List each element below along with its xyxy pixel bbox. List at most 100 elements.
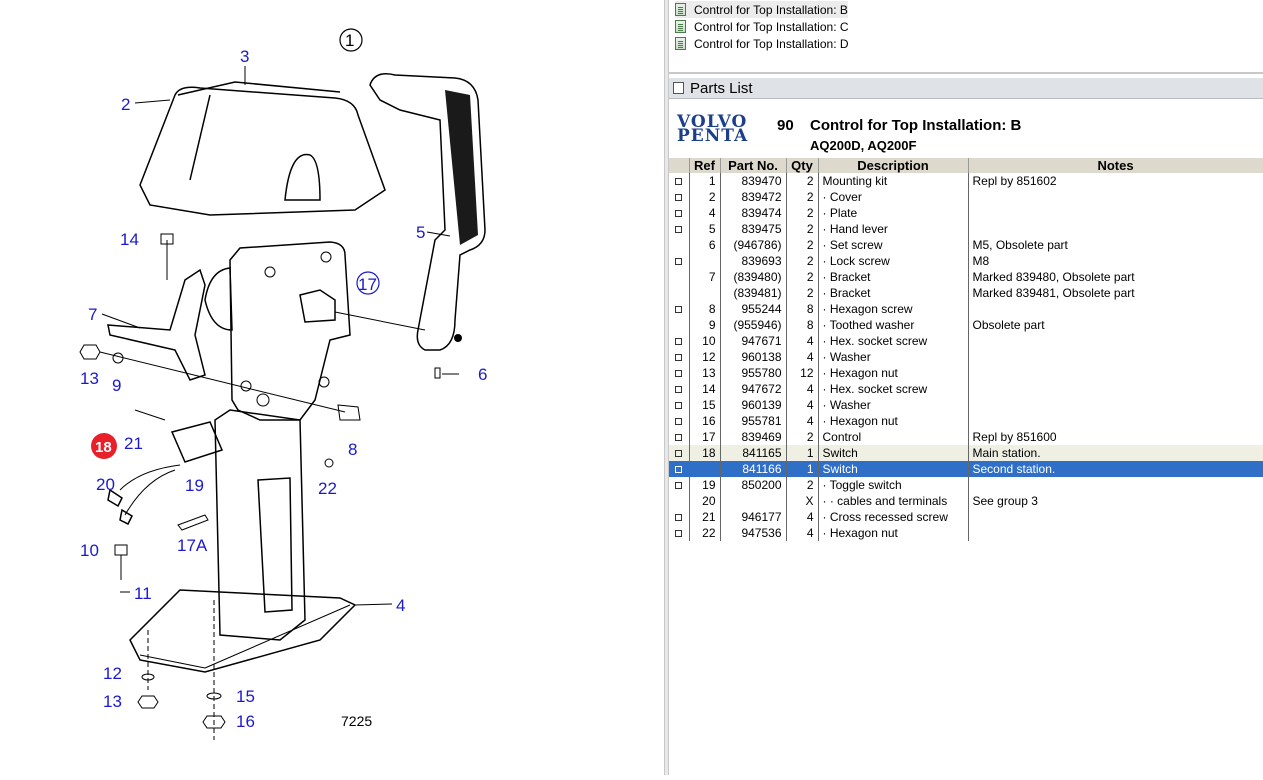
table-row[interactable]: 21 946177 4 · Cross recessed screw [669,509,1263,525]
col-part-no[interactable]: Part No. [720,158,787,173]
row-checkbox-icon[interactable] [675,402,682,410]
table-row[interactable]: 7 (839480) 2 · Bracket Marked 839480, Obsole… [669,269,1263,285]
tree-item-installation-b[interactable]: Control for Top Installation: B [675,1,848,18]
cell-ref: 19 [689,477,721,493]
table-row[interactable]: 12 960138 4 · Washer [669,349,1263,365]
cell-description: Switch [818,461,969,477]
callout-3[interactable]: 3 [240,47,249,66]
callout-17[interactable]: 17 [358,275,377,294]
table-row[interactable]: 5 839475 2 · Hand lever [669,221,1263,237]
col-description[interactable]: Description [818,158,969,173]
cell-description: · Hexagon screw [818,301,969,317]
callout-2[interactable]: 2 [121,95,130,114]
callout-20[interactable]: 20 [96,475,115,494]
cell-check [669,381,690,397]
table-row[interactable]: (839481) 2 · Bracket Marked 839481, Obsolet… [669,285,1263,301]
callout-12[interactable]: 12 [103,664,122,683]
cell-ref [689,253,721,269]
row-checkbox-icon[interactable] [675,514,682,522]
cell-notes: See group 3 [968,493,1263,509]
callout-19[interactable]: 19 [185,476,204,495]
table-row[interactable]: 17 839469 2 Control Repl by 851600 [669,429,1263,445]
callout-15[interactable]: 15 [236,687,255,706]
cell-part-no: 839472 [720,189,787,205]
cell-description: · Cover [818,189,969,205]
cell-ref: 7 [689,269,721,285]
tree-item-installation-c[interactable]: Control for Top Installation: C [675,18,849,35]
table-header-row: Ref Part No. Qty Description Notes [669,158,1263,173]
row-checkbox-icon[interactable] [675,338,682,346]
cell-part-no: 947671 [720,333,787,349]
callout-16[interactable]: 16 [236,712,255,731]
callout-10[interactable]: 10 [80,541,99,560]
exploded-diagram[interactable]: 1 2 3 4 5 6 7 8 9 10 11 12 13 13 14 15 1… [0,0,664,775]
bracket-part[interactable] [107,268,206,381]
cell-check [669,461,690,477]
table-row[interactable]: 15 960139 4 · Washer [669,397,1263,413]
row-checkbox-icon[interactable] [675,194,682,202]
table-row[interactable]: 841166 1 Switch Second station. [669,461,1263,477]
row-checkbox-icon[interactable] [675,306,682,314]
table-row[interactable]: 4 839474 2 · Plate [669,205,1263,221]
row-checkbox-icon[interactable] [675,226,682,234]
cell-description: · Washer [818,349,969,365]
table-row[interactable]: 14 947672 4 · Hex. socket screw [669,381,1263,397]
callout-17a[interactable]: 17A [177,536,208,555]
callout-4[interactable]: 4 [396,596,405,615]
cell-notes: M8 [968,253,1263,269]
cell-notes: Marked 839480, Obsolete part [968,269,1263,285]
callout-9[interactable]: 9 [112,376,121,395]
cell-ref [689,285,721,301]
tree-item-installation-d[interactable]: Control for Top Installation: D [675,35,849,52]
row-checkbox-icon[interactable] [675,418,682,426]
table-row[interactable]: 18 841165 1 Switch Main station. [669,445,1263,461]
cell-check [669,205,690,221]
row-checkbox-icon[interactable] [675,386,682,394]
cover-part[interactable] [139,86,386,216]
drawing-number: 7225 [341,713,372,729]
table-row[interactable]: 20 X · · cables and terminals See group 3 [669,493,1263,509]
cell-part-no: 839693 [720,253,787,269]
table-row[interactable]: 6 (946786) 2 · Set screw M5, Obsolete part [669,237,1263,253]
callout-7[interactable]: 7 [88,305,97,324]
row-checkbox-icon[interactable] [675,354,682,362]
row-checkbox-icon[interactable] [675,466,682,474]
callout-18[interactable]: 18 [95,439,112,456]
callout-13-a[interactable]: 13 [80,369,99,388]
table-row[interactable]: 13 955780 12 · Hexagon nut [669,365,1263,381]
callout-21[interactable]: 21 [124,434,143,453]
table-row[interactable]: 839693 2 · Lock screw M8 [669,253,1263,269]
table-row[interactable]: 8 955244 8 · Hexagon screw [669,301,1263,317]
table-row[interactable]: 2 839472 2 · Cover [669,189,1263,205]
table-row[interactable]: 1 839470 2 Mounting kit Repl by 851602 [669,173,1263,189]
callout-13-b[interactable]: 13 [103,692,122,711]
callout-14[interactable]: 14 [120,230,139,249]
table-row[interactable]: 22 947536 4 · Hexagon nut [669,525,1263,541]
col-qty[interactable]: Qty [786,158,819,173]
cell-check [669,173,690,189]
col-ref[interactable]: Ref [689,158,721,173]
row-checkbox-icon[interactable] [675,178,682,186]
table-row[interactable]: 9 (955946) 8 · Toothed washer Obsolete part [669,317,1263,333]
cell-notes [968,301,1263,317]
callout-22[interactable]: 22 [318,479,337,498]
callout-5[interactable]: 5 [416,223,425,242]
control-body-part[interactable] [229,241,351,421]
row-checkbox-icon[interactable] [675,434,682,442]
row-checkbox-icon[interactable] [675,450,682,458]
row-checkbox-icon[interactable] [675,530,682,538]
table-row[interactable]: 16 955781 4 · Hexagon nut [669,413,1263,429]
callout-8[interactable]: 8 [348,440,357,459]
row-checkbox-icon[interactable] [675,210,682,218]
row-checkbox-icon[interactable] [675,258,682,266]
cell-part-no: 841166 [720,461,787,477]
cell-notes: Marked 839481, Obsolete part [968,285,1263,301]
row-checkbox-icon[interactable] [675,482,682,490]
table-row[interactable]: 19 850200 2 · Toggle switch [669,477,1263,493]
callout-11[interactable]: 11 [134,584,152,603]
col-notes[interactable]: Notes [968,158,1263,173]
row-checkbox-icon[interactable] [675,370,682,378]
cell-description: · Bracket [818,285,969,301]
table-row[interactable]: 10 947671 4 · Hex. socket screw [669,333,1263,349]
callout-6[interactable]: 6 [478,365,487,384]
